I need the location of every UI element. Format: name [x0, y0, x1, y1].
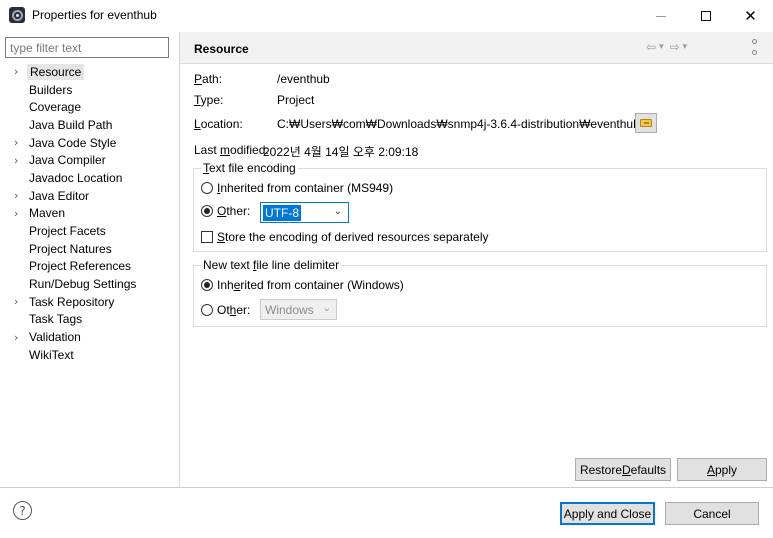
- help-icon[interactable]: ?: [13, 501, 32, 520]
- delimiter-select: Windows ⌄: [260, 299, 337, 320]
- tree-item[interactable]: Builders: [10, 81, 175, 99]
- tree-item[interactable]: › Java Code Style: [10, 134, 175, 152]
- delimiter-legend: New text file line delimiter: [201, 258, 342, 272]
- chevron-right-icon[interactable]: ›: [10, 189, 27, 202]
- chevron-right-icon[interactable]: ›: [10, 295, 27, 308]
- forward-icon[interactable]: ⇨: [670, 40, 680, 54]
- tree-item[interactable]: › Java Compiler: [10, 151, 175, 169]
- tree-item-label: Javadoc Location: [29, 170, 123, 185]
- property-page-tree: › Resource Builders Coverage Java Build Path…: [10, 63, 175, 364]
- encoding-other-option[interactable]: Other:: [201, 204, 250, 218]
- tree-item-label: Java Compiler: [29, 153, 106, 168]
- close-icon: ✕: [744, 6, 757, 25]
- tree-item[interactable]: Javadoc Location: [10, 169, 175, 187]
- back-dropdown-icon[interactable]: ▾: [659, 42, 664, 52]
- tree-item-label: Task Repository: [29, 294, 115, 309]
- chevron-down-icon: ⌄: [322, 303, 331, 314]
- store-encoding-label: Store the encoding of derived resources …: [217, 230, 489, 244]
- tree-item-label: Project Natures: [29, 241, 112, 256]
- tree-item[interactable]: Run/Debug Settings: [10, 275, 175, 293]
- encoding-inherited-radio[interactable]: [201, 182, 213, 194]
- encoding-inherited-option[interactable]: Inherited from container (MS949): [201, 181, 393, 195]
- back-icon[interactable]: ⇦: [646, 40, 656, 54]
- path-value: /eventhub: [277, 72, 330, 86]
- tree-item-label: Project References: [29, 259, 132, 274]
- tree-item-label: Java Code Style: [29, 135, 117, 150]
- tree-item-label: Task Tags: [29, 312, 83, 327]
- tree-item-label: Java Build Path: [29, 117, 113, 132]
- maximize-button[interactable]: [683, 0, 728, 32]
- tree-item[interactable]: Java Build Path: [10, 116, 175, 134]
- chevron-right-icon[interactable]: ›: [10, 154, 27, 167]
- page-title: Resource: [194, 42, 249, 56]
- last-modified-label: Last modified:: [194, 143, 269, 157]
- cancel-button[interactable]: Cancel: [665, 502, 759, 525]
- tree-item-label: Coverage: [29, 100, 82, 115]
- tree-item-label: WikiText: [29, 347, 74, 362]
- last-modified-value: 2022년 4월 14일 오후 2:09:18: [263, 145, 419, 159]
- delimiter-inherited-label: Inherited from container (Windows): [217, 278, 404, 292]
- minimize-icon: [655, 15, 666, 17]
- tree-item[interactable]: Project Natures: [10, 240, 175, 258]
- tree-item[interactable]: Coverage: [10, 98, 175, 116]
- tree-item[interactable]: › Maven: [10, 205, 175, 223]
- encoding-other-radio[interactable]: [201, 205, 213, 217]
- filter-input[interactable]: [5, 37, 169, 58]
- tree-item[interactable]: Project Facets: [10, 222, 175, 240]
- delimiter-inherited-radio[interactable]: [201, 279, 213, 291]
- path-label: Path:: [194, 72, 223, 86]
- delimiter-other-option[interactable]: Other:: [201, 303, 250, 317]
- tree-item[interactable]: › Task Repository: [10, 293, 175, 311]
- tree-item-label: Validation: [29, 330, 81, 345]
- restore-defaults-button[interactable]: Restore Defaults: [575, 458, 671, 481]
- encoding-inherited-label: Inherited from container (MS949): [217, 181, 394, 195]
- tree-item[interactable]: WikiText: [10, 346, 175, 364]
- chevron-down-icon: ⌄: [333, 206, 342, 217]
- encoding-legend: Text file encoding: [201, 161, 298, 175]
- encoding-select-value: UTF-8: [263, 204, 301, 221]
- tree-item[interactable]: › Resource: [10, 63, 175, 81]
- history-navigation: ⇦ ▾ ⇨ ▾: [646, 40, 687, 54]
- tree-item-label: Run/Debug Settings: [29, 277, 137, 292]
- minimize-button[interactable]: [638, 0, 683, 32]
- eclipse-app-icon: [9, 7, 25, 23]
- tree-item-label: Java Editor: [29, 188, 90, 203]
- forward-dropdown-icon[interactable]: ▾: [683, 42, 688, 52]
- tree-item-label: Maven: [29, 206, 66, 221]
- footer-divider: [0, 487, 773, 488]
- type-value: Project: [277, 93, 315, 107]
- maximize-icon: [700, 11, 711, 21]
- open-folder-icon: [640, 119, 652, 127]
- tree-item-label: Resource: [27, 63, 85, 80]
- chevron-right-icon[interactable]: ›: [10, 207, 27, 220]
- show-in-explorer-button[interactable]: [635, 113, 657, 133]
- view-menu-icon[interactable]: [750, 39, 758, 55]
- delimiter-select-value: Windows: [265, 302, 314, 317]
- tree-item[interactable]: › Validation: [10, 328, 175, 346]
- tree-item[interactable]: Project References: [10, 258, 175, 276]
- chevron-right-icon[interactable]: ›: [10, 331, 27, 344]
- location-value: C:₩Users₩com₩Downloads₩snmp4j-3.6.4-dist…: [277, 117, 640, 131]
- store-encoding-option[interactable]: Store the encoding of derived resources …: [201, 230, 489, 244]
- tree-item[interactable]: › Java Editor: [10, 187, 175, 205]
- window-title: Properties for eventhub: [32, 8, 157, 22]
- tree-item-label: Builders: [29, 82, 73, 97]
- delimiter-other-label: Other:: [217, 303, 251, 317]
- tree-item-label: Project Facets: [29, 224, 106, 239]
- delimiter-other-radio[interactable]: [201, 304, 213, 316]
- chevron-right-icon[interactable]: ›: [10, 136, 27, 149]
- location-label: Location:: [194, 117, 243, 131]
- tree-item[interactable]: Task Tags: [10, 311, 175, 329]
- panel-divider: [179, 32, 180, 487]
- apply-button[interactable]: Apply: [677, 458, 767, 481]
- close-button[interactable]: ✕: [728, 0, 773, 32]
- type-label: Type:: [194, 93, 224, 107]
- store-encoding-checkbox[interactable]: [201, 231, 213, 243]
- encoding-select[interactable]: UTF-8 ⌄: [260, 202, 349, 223]
- title-bar: Properties for eventhub ✕: [0, 0, 773, 32]
- delimiter-inherited-option[interactable]: Inherited from container (Windows): [201, 278, 404, 292]
- chevron-right-icon[interactable]: ›: [10, 65, 27, 78]
- encoding-other-label: Other:: [217, 204, 251, 218]
- apply-and-close-button[interactable]: Apply and Close: [560, 502, 655, 525]
